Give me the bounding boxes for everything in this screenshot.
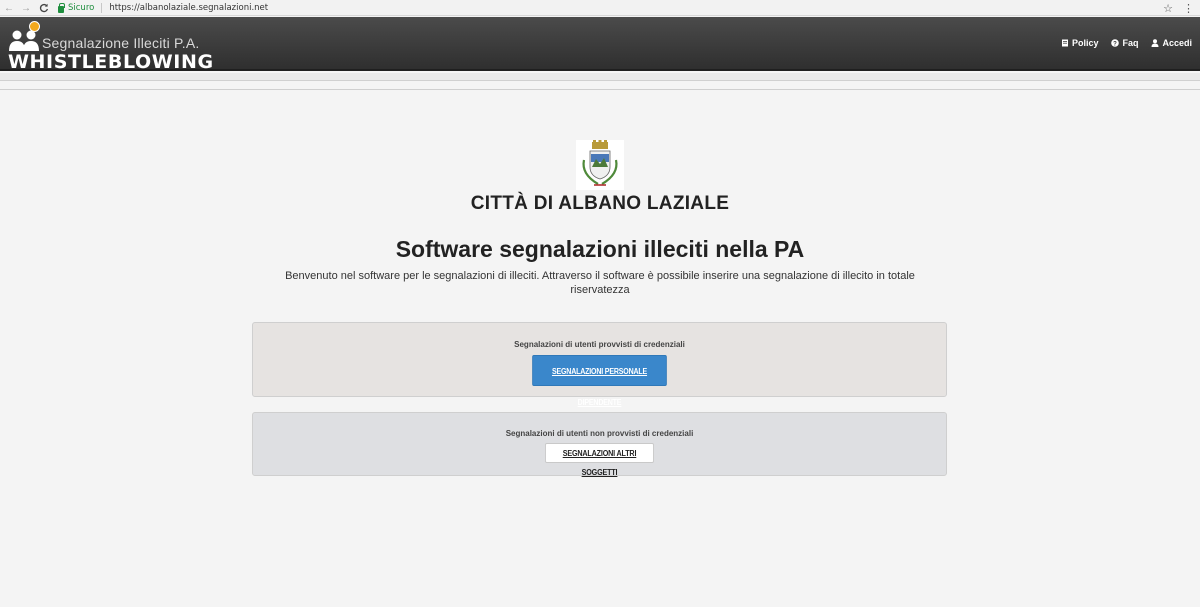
panel-altri-soggetti-label: Segnalazioni di utenti non provvisti di … bbox=[505, 429, 694, 438]
site-logo[interactable]: Segnalazione Illeciti P.A. WHISTLEBLOWIN… bbox=[8, 21, 213, 73]
menu-vertical-icon[interactable]: ⋮ bbox=[1183, 2, 1194, 15]
url-text[interactable]: https://albanolaziale.segnalazioni.net bbox=[109, 3, 268, 13]
address-separator bbox=[101, 3, 103, 13]
nav-policy[interactable]: Policy bbox=[1061, 38, 1099, 48]
secure-label: Sicuro bbox=[68, 3, 95, 13]
city-crest bbox=[576, 140, 624, 190]
page-title: Software segnalazioni illeciti nella PA bbox=[395, 236, 805, 262]
nav-faq[interactable]: ? Faq bbox=[1111, 38, 1138, 48]
site-header: Segnalazione Illeciti P.A. WHISTLEBLOWIN… bbox=[0, 17, 1200, 73]
nav-accedi[interactable]: Accedi bbox=[1151, 38, 1192, 48]
reload-icon[interactable] bbox=[37, 1, 51, 15]
user-icon bbox=[1151, 39, 1159, 47]
forward-icon[interactable]: → bbox=[19, 1, 33, 15]
logo-title: WHISTLEBLOWING bbox=[8, 51, 214, 73]
panel-dipendenti: Segnalazioni di utenti provvisti di cred… bbox=[252, 322, 947, 407]
panel-altri-soggetti: Segnalazioni di utenti non provvisti di … bbox=[252, 412, 947, 477]
city-name: CITTÀ DI ALBANO LAZIALE bbox=[470, 193, 730, 214]
browser-toolbar: ← → Sicuro https://albanolaziale.segnala… bbox=[0, 0, 1200, 16]
back-icon[interactable]: ← bbox=[2, 1, 16, 15]
intro-text: Benvenuto nel software per le segnalazio… bbox=[285, 270, 915, 296]
panel-dipendenti-label: Segnalazioni di utenti provvisti di cred… bbox=[514, 340, 685, 349]
segnalazioni-altri-soggetti-button[interactable]: SEGNALAZIONI ALTRI SOGGETTI bbox=[545, 443, 654, 477]
top-nav: Policy ? Faq Accedi bbox=[1061, 38, 1192, 48]
lock-icon bbox=[58, 2, 65, 13]
document-icon bbox=[1061, 39, 1068, 47]
svg-text:?: ? bbox=[1114, 41, 1118, 47]
segnalazioni-dipendente-button[interactable]: SEGNALAZIONI PERSONALE DIPENDENTE bbox=[532, 355, 667, 407]
address-bar[interactable]: Sicuro https://albanolaziale.segnalazion… bbox=[58, 0, 268, 16]
nav-policy-label: Policy bbox=[1071, 38, 1099, 48]
lightbulb-icon bbox=[29, 21, 40, 32]
help-icon: ? bbox=[1111, 39, 1120, 47]
divider bbox=[0, 89, 1200, 90]
logo-subtitle: Segnalazione Illeciti P.A. bbox=[42, 35, 200, 51]
nav-faq-label: Faq bbox=[1122, 38, 1139, 48]
header-sub-strip bbox=[0, 73, 1200, 81]
star-icon[interactable]: ☆ bbox=[1163, 2, 1173, 15]
nav-accedi-label: Accedi bbox=[1162, 38, 1192, 48]
